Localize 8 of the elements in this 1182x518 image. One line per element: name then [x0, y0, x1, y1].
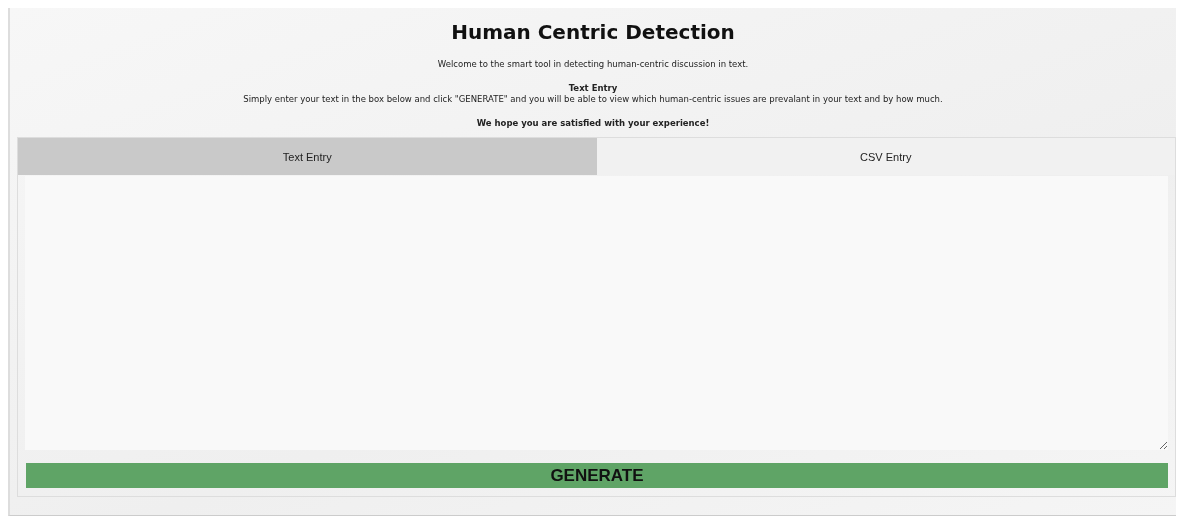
generate-button[interactable]: GENERATE — [26, 463, 1168, 488]
closing-text: We hope you are satisfied with your experience! — [476, 118, 710, 129]
section-heading: Text Entry — [568, 83, 618, 94]
text-input-area[interactable] — [25, 176, 1168, 450]
instructions-text: Simply enter your text in the box below and click "GENERATE" and you will be able to view which human-centric issues are prevalant in your text and by how much. — [243, 94, 943, 105]
tab[interactable]: Text Entry — [18, 138, 597, 175]
intro-text: Welcome to the smart tool in detecting human-centric discussion in text. — [437, 59, 749, 70]
page-title: Human Centric Detection — [451, 20, 735, 44]
